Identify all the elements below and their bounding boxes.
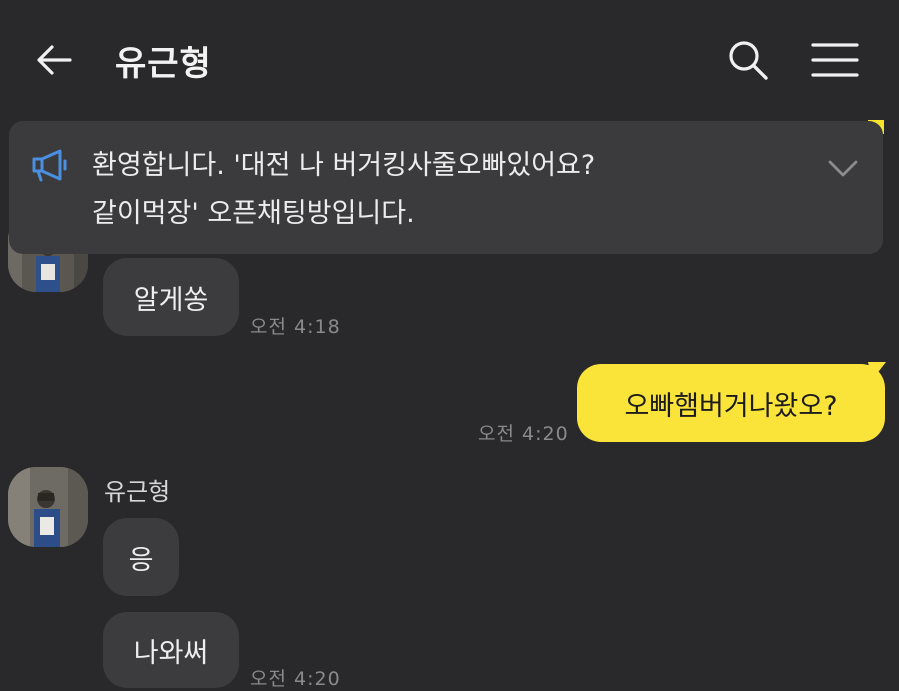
message-time: 오전 4:20: [478, 423, 569, 445]
chat-title: 유근형: [115, 44, 212, 84]
message-bubble[interactable]: 응: [103, 518, 179, 596]
megaphone-icon: [32, 149, 67, 182]
chat-header: 유근형: [0, 0, 899, 118]
message-time: 오전 4:20: [250, 668, 341, 690]
notice-text: 환영합니다. '대전 나 버거킹사줄오빠있어요? 같이먹장' 오픈채팅방입니다.: [92, 150, 596, 229]
avatar-photo: [8, 467, 88, 547]
hamburger-menu-icon[interactable]: [810, 40, 860, 80]
bubble-tail: [868, 362, 886, 380]
avatar[interactable]: [8, 467, 88, 547]
chevron-down-icon[interactable]: [826, 156, 860, 180]
search-icon[interactable]: [726, 38, 770, 82]
message-bubble[interactable]: 알게쏭: [103, 258, 239, 336]
message-time: 오전 4:18: [250, 316, 341, 338]
chat-screen: 유근형 환영합니다. '대전 나 버거킹사줄오빠있어요? 같이먹장' 오픈채팅방…: [0, 0, 899, 691]
message-bubble-outgoing[interactable]: 오빠햄버거나왔오?: [577, 364, 885, 442]
arrow-left-icon[interactable]: [34, 40, 74, 80]
message-bubble[interactable]: 나와써: [103, 612, 239, 688]
sender-name: 유근형: [104, 478, 171, 506]
